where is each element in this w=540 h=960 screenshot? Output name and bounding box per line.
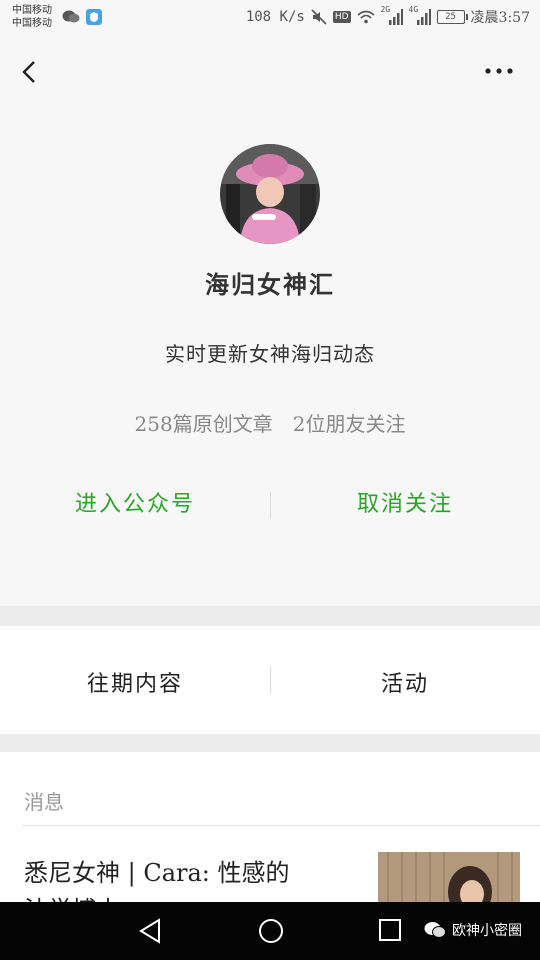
carrier-1: 中国移动 xyxy=(12,5,52,16)
avatar-image xyxy=(220,144,320,244)
account-description: 实时更新女神海归动态 xyxy=(165,342,375,366)
tab-activities[interactable]: 活动 xyxy=(270,666,540,698)
more-options-icon[interactable] xyxy=(484,64,514,78)
article-subtitle[interactable]: 法学博士... xyxy=(24,890,354,902)
signal-icon xyxy=(388,9,403,25)
follower-count: 2位朋友关注 xyxy=(292,412,406,436)
wifi-icon xyxy=(357,10,375,24)
enter-account-button[interactable]: 进入公众号 xyxy=(0,486,270,518)
messages-header: 消息 xyxy=(24,790,64,814)
status-bar: 中国移动 中国移动 108 K/s HD 2G 4G 25 凌晨3:57 xyxy=(0,0,540,36)
clock: 凌晨3:57 xyxy=(470,10,530,26)
top-nav xyxy=(0,36,540,106)
mute-icon xyxy=(311,9,327,25)
nav-recent-apps-icon[interactable] xyxy=(378,918,402,942)
messages-section: 消息 悉尼女神 | Cara: 性感的 法学博士... xyxy=(0,752,540,902)
wechat-icon xyxy=(424,922,446,938)
nav-back-icon[interactable] xyxy=(138,918,162,944)
wechat-icon xyxy=(62,10,80,23)
divider xyxy=(22,825,540,826)
status-right: 108 K/s HD 2G 4G 25 凌晨3:57 xyxy=(245,5,530,27)
action-row: 进入公众号 取消关注 xyxy=(0,486,540,526)
watermark-text: 欧神小密圈 xyxy=(452,923,522,939)
watermark: 欧神小密圈 xyxy=(424,920,522,940)
signal-4g: 4G xyxy=(409,5,431,25)
notification-icons xyxy=(62,9,102,25)
system-nav-bar: 欧神小密圈 xyxy=(0,902,540,960)
back-chevron-icon[interactable] xyxy=(16,58,44,86)
battery-icon: 25 xyxy=(436,10,468,24)
signal-2g: 2G xyxy=(381,5,403,25)
signal-icon xyxy=(416,9,431,25)
tab-past-content[interactable]: 往期内容 xyxy=(0,666,270,698)
carrier-2: 中国移动 xyxy=(12,18,52,29)
network-speed: 108 K/s xyxy=(245,9,305,25)
carrier-labels: 中国移动 中国移动 xyxy=(12,4,52,30)
nav-home-icon[interactable] xyxy=(258,918,284,944)
account-stats: 258篇原创文章 2位朋友关注 xyxy=(0,408,540,437)
article-thumbnail[interactable] xyxy=(378,852,520,902)
shield-icon xyxy=(86,9,102,25)
section-separator xyxy=(0,734,540,752)
article-count: 258篇原创文章 xyxy=(134,412,273,436)
profile-header: 海归女神汇 实时更新女神海归动态 258篇原创文章 2位朋友关注 进入公众号 取消… xyxy=(0,106,540,606)
account-name: 海归女神汇 xyxy=(205,270,335,299)
content-tabs: 往期内容 活动 xyxy=(0,626,540,734)
unfollow-button[interactable]: 取消关注 xyxy=(270,486,540,518)
avatar xyxy=(220,144,320,244)
section-separator xyxy=(0,606,540,626)
hd-badge: HD xyxy=(332,11,351,23)
thumbnail-image xyxy=(378,852,520,902)
article-title[interactable]: 悉尼女神 | Cara: 性感的 xyxy=(24,856,354,890)
